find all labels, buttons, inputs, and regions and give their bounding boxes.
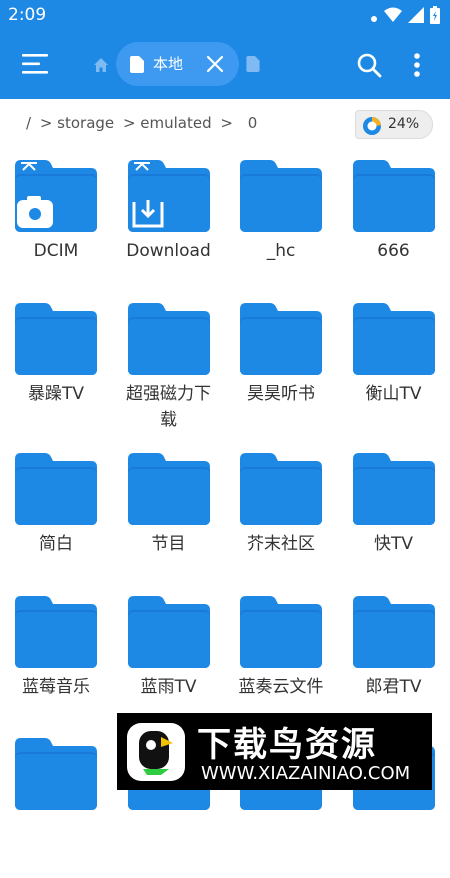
folder-icon (15, 303, 97, 375)
folder-icon (127, 453, 210, 525)
folder-icon (352, 453, 435, 525)
breadcrumb-emulated[interactable]: > emulated (123, 114, 212, 132)
folder-name: 快TV (373, 534, 413, 554)
tab-label: 本地 (153, 55, 184, 73)
folder-icon (15, 453, 97, 525)
bird-logo-icon (127, 723, 185, 781)
folder-name: 芥末社区 (247, 534, 315, 554)
watermark-url: WWW.XIAZAINIAO.COM (201, 763, 411, 784)
folder-name: 衡山TV (365, 384, 422, 404)
folder-item[interactable]: 芥末社区 (225, 453, 337, 593)
breadcrumb-current[interactable]: 0 (248, 114, 258, 132)
folder-icon (240, 596, 322, 668)
storage-usage-badge[interactable]: 24% (355, 110, 433, 139)
folder-name: 蓝奏云文件 (238, 677, 324, 697)
breadcrumb-separator: > (220, 114, 233, 132)
wifi-icon (384, 7, 402, 27)
home-icon[interactable] (93, 57, 109, 73)
tab-local[interactable]: 本地 (116, 42, 239, 86)
folder-icon (240, 453, 322, 525)
breadcrumb-root[interactable]: / (26, 114, 31, 132)
folder-name: DCIM (33, 241, 79, 261)
battery-icon (430, 6, 440, 28)
folder-icon (127, 303, 210, 375)
folder-item[interactable] (0, 738, 112, 878)
close-tab-icon[interactable] (206, 55, 224, 77)
app-toolbar: 本地 (0, 30, 450, 99)
search-icon[interactable] (356, 52, 382, 82)
status-icons (370, 6, 440, 28)
breadcrumb: / > storage > emulated > 0 (26, 114, 261, 132)
storage-percent: 24% (388, 116, 420, 132)
folder-name: 暴躁TV (27, 384, 84, 404)
folder-item[interactable]: 衡山TV (338, 303, 450, 443)
folder-item[interactable]: 昊昊听书 (225, 303, 337, 443)
folder-item[interactable]: 666 (338, 160, 450, 300)
folder-name: _hc (266, 241, 296, 261)
folder-item[interactable]: DCIM (0, 160, 112, 300)
status-bar: 2:09 (0, 0, 450, 30)
folder-icon (352, 596, 435, 668)
signal-icon (408, 7, 424, 27)
folder-name: 简白 (39, 534, 73, 554)
watermark-banner: 下载鸟资源 WWW.XIAZAINIAO.COM (117, 713, 432, 790)
folder-icon (15, 738, 97, 810)
folder-item[interactable]: 暴躁TV (0, 303, 112, 443)
menu-icon[interactable] (22, 53, 48, 75)
notification-dot-icon (370, 8, 378, 27)
more-options-icon[interactable] (413, 52, 421, 82)
storage-pie-icon (362, 116, 382, 140)
folder-icon (240, 160, 322, 232)
folder-name: Download (126, 241, 211, 261)
folder-item[interactable]: 快TV (338, 453, 450, 593)
folder-item[interactable]: 节目 (113, 453, 225, 593)
folder-icon (352, 160, 435, 232)
folder-name: 超强磁力下载 (126, 384, 211, 430)
folder-name: 昊昊听书 (247, 384, 315, 404)
folder-item[interactable]: Download (113, 160, 225, 300)
folder-item[interactable]: _hc (225, 160, 337, 300)
folder-icon (240, 303, 322, 375)
breadcrumb-storage[interactable]: > storage (40, 114, 114, 132)
folder-item[interactable]: 超强磁力下载 (113, 303, 225, 443)
folder-icon (15, 596, 97, 668)
folder-item[interactable]: 简白 (0, 453, 112, 593)
folder-name: 666 (377, 241, 410, 261)
watermark-title: 下载鸟资源 (197, 725, 377, 765)
download-folder-icon (127, 160, 210, 232)
folder-name: 节目 (151, 534, 186, 554)
tab-next-file-icon[interactable] (246, 56, 260, 76)
folder-item[interactable]: 蓝莓音乐 (0, 596, 112, 736)
camera-folder-icon (15, 160, 97, 232)
folder-name: 蓝雨TV (140, 677, 197, 697)
folder-name: 蓝莓音乐 (22, 677, 90, 697)
folder-name: 郎君TV (365, 677, 422, 697)
folder-icon (352, 303, 435, 375)
folder-icon (127, 596, 210, 668)
status-time: 2:09 (8, 5, 47, 25)
file-icon (130, 56, 144, 77)
